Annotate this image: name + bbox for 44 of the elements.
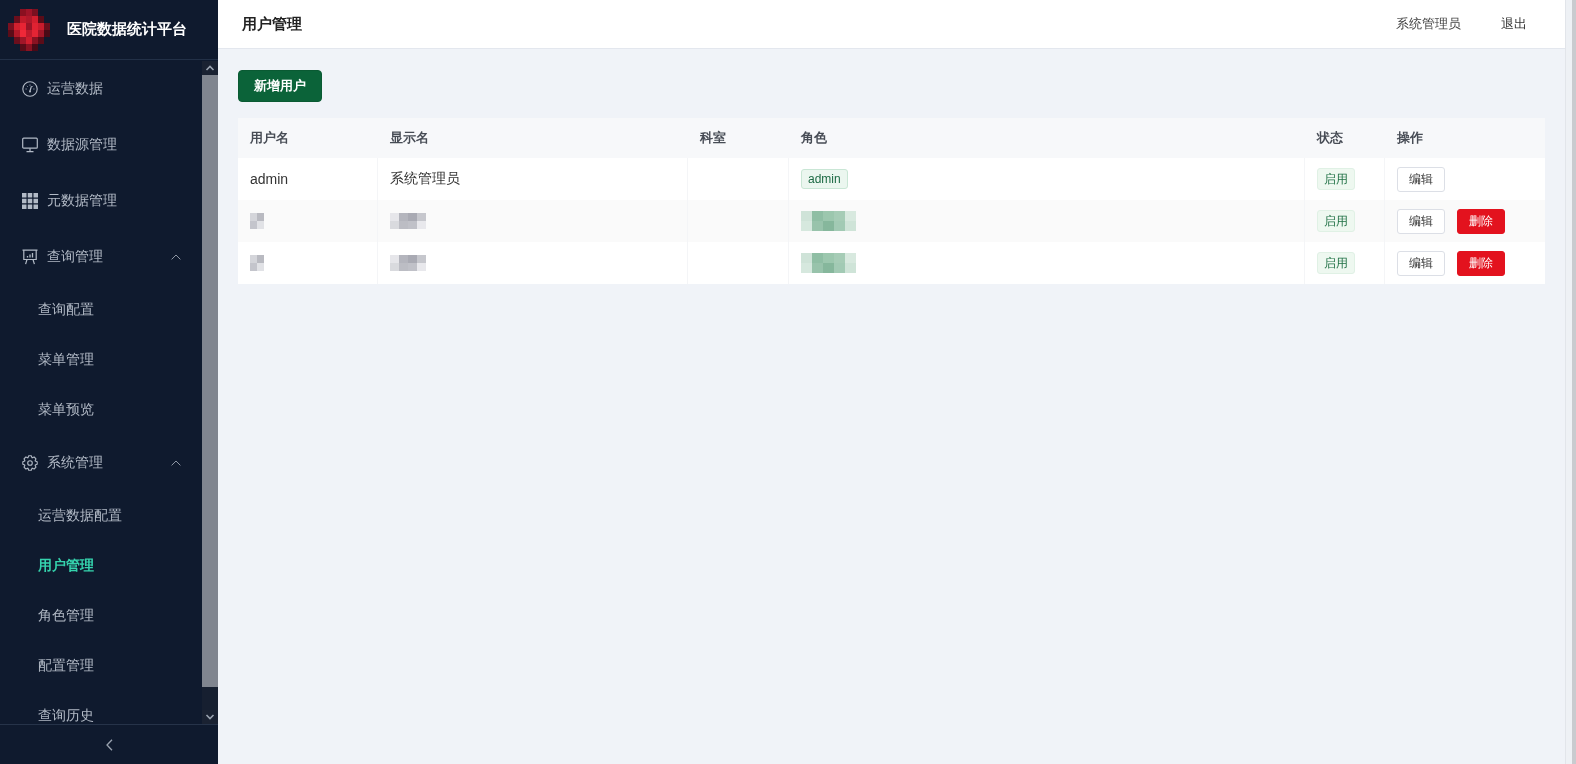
column-header: 显示名 [389, 129, 430, 147]
sidebar-subitem[interactable]: 查询配置 [0, 285, 202, 335]
monitor-icon [22, 137, 38, 153]
sidebar-subitem[interactable]: 角色管理 [0, 591, 202, 641]
scrollbar-thumb[interactable] [202, 75, 218, 687]
sidebar-item[interactable]: 运营数据 [0, 61, 202, 117]
edit-button[interactable]: 编辑 [1397, 250, 1445, 276]
role-tag: admin [801, 169, 848, 189]
sidebar-subitem[interactable]: 用户管理 [0, 541, 202, 591]
app-title: 医院数据统计平台 [67, 20, 187, 39]
sidebar-item[interactable]: 数据源管理 [0, 117, 202, 173]
pixelated-logo-icon [8, 8, 50, 51]
column-header: 科室 [699, 129, 727, 147]
collapse-chevron-icon[interactable] [105, 738, 113, 751]
column-header: 用户名 [249, 129, 290, 147]
gauge-icon [22, 81, 38, 97]
column-header: 角色 [800, 129, 828, 147]
add-user-button[interactable]: 新增用户 [238, 70, 322, 102]
sidebar-item[interactable]: 元数据管理 [0, 173, 202, 229]
page-scrollbar-thumb[interactable] [1572, 0, 1576, 764]
column-header: 操作 [1396, 129, 1424, 147]
status-tag: 启用 [1317, 210, 1355, 232]
sidebar-subitem[interactable]: 查询历史 [0, 691, 202, 724]
sidebar-subitem[interactable]: 配置管理 [0, 641, 202, 691]
status-tag: 启用 [1317, 252, 1355, 274]
presentation-board-icon [22, 249, 38, 265]
user-name[interactable]: 系统管理员 [1396, 15, 1461, 33]
sidebar-subitem[interactable]: 菜单管理 [0, 335, 202, 385]
grid-icon [22, 193, 38, 209]
page-title: 用户管理 [242, 14, 302, 34]
sidebar-item[interactable]: 系统管理 [0, 435, 202, 491]
status-tag: 启用 [1317, 168, 1355, 190]
sidebar-subitem[interactable]: 菜单预览 [0, 385, 202, 435]
delete-button[interactable]: 删除 [1457, 250, 1505, 276]
username-cell: admin [250, 171, 289, 187]
column-header: 状态 [1315, 129, 1344, 147]
sidebar-item[interactable]: 查询管理 [0, 229, 202, 285]
edit-button[interactable]: 编辑 [1397, 208, 1445, 234]
settings-icon [22, 455, 38, 471]
logout-link[interactable]: 退出 [1501, 15, 1527, 33]
edit-button[interactable]: 编辑 [1397, 166, 1445, 192]
delete-button[interactable]: 删除 [1457, 208, 1505, 234]
display-name-cell: 系统管理员 [390, 170, 460, 188]
sidebar-subitem[interactable]: 运营数据配置 [0, 491, 202, 541]
